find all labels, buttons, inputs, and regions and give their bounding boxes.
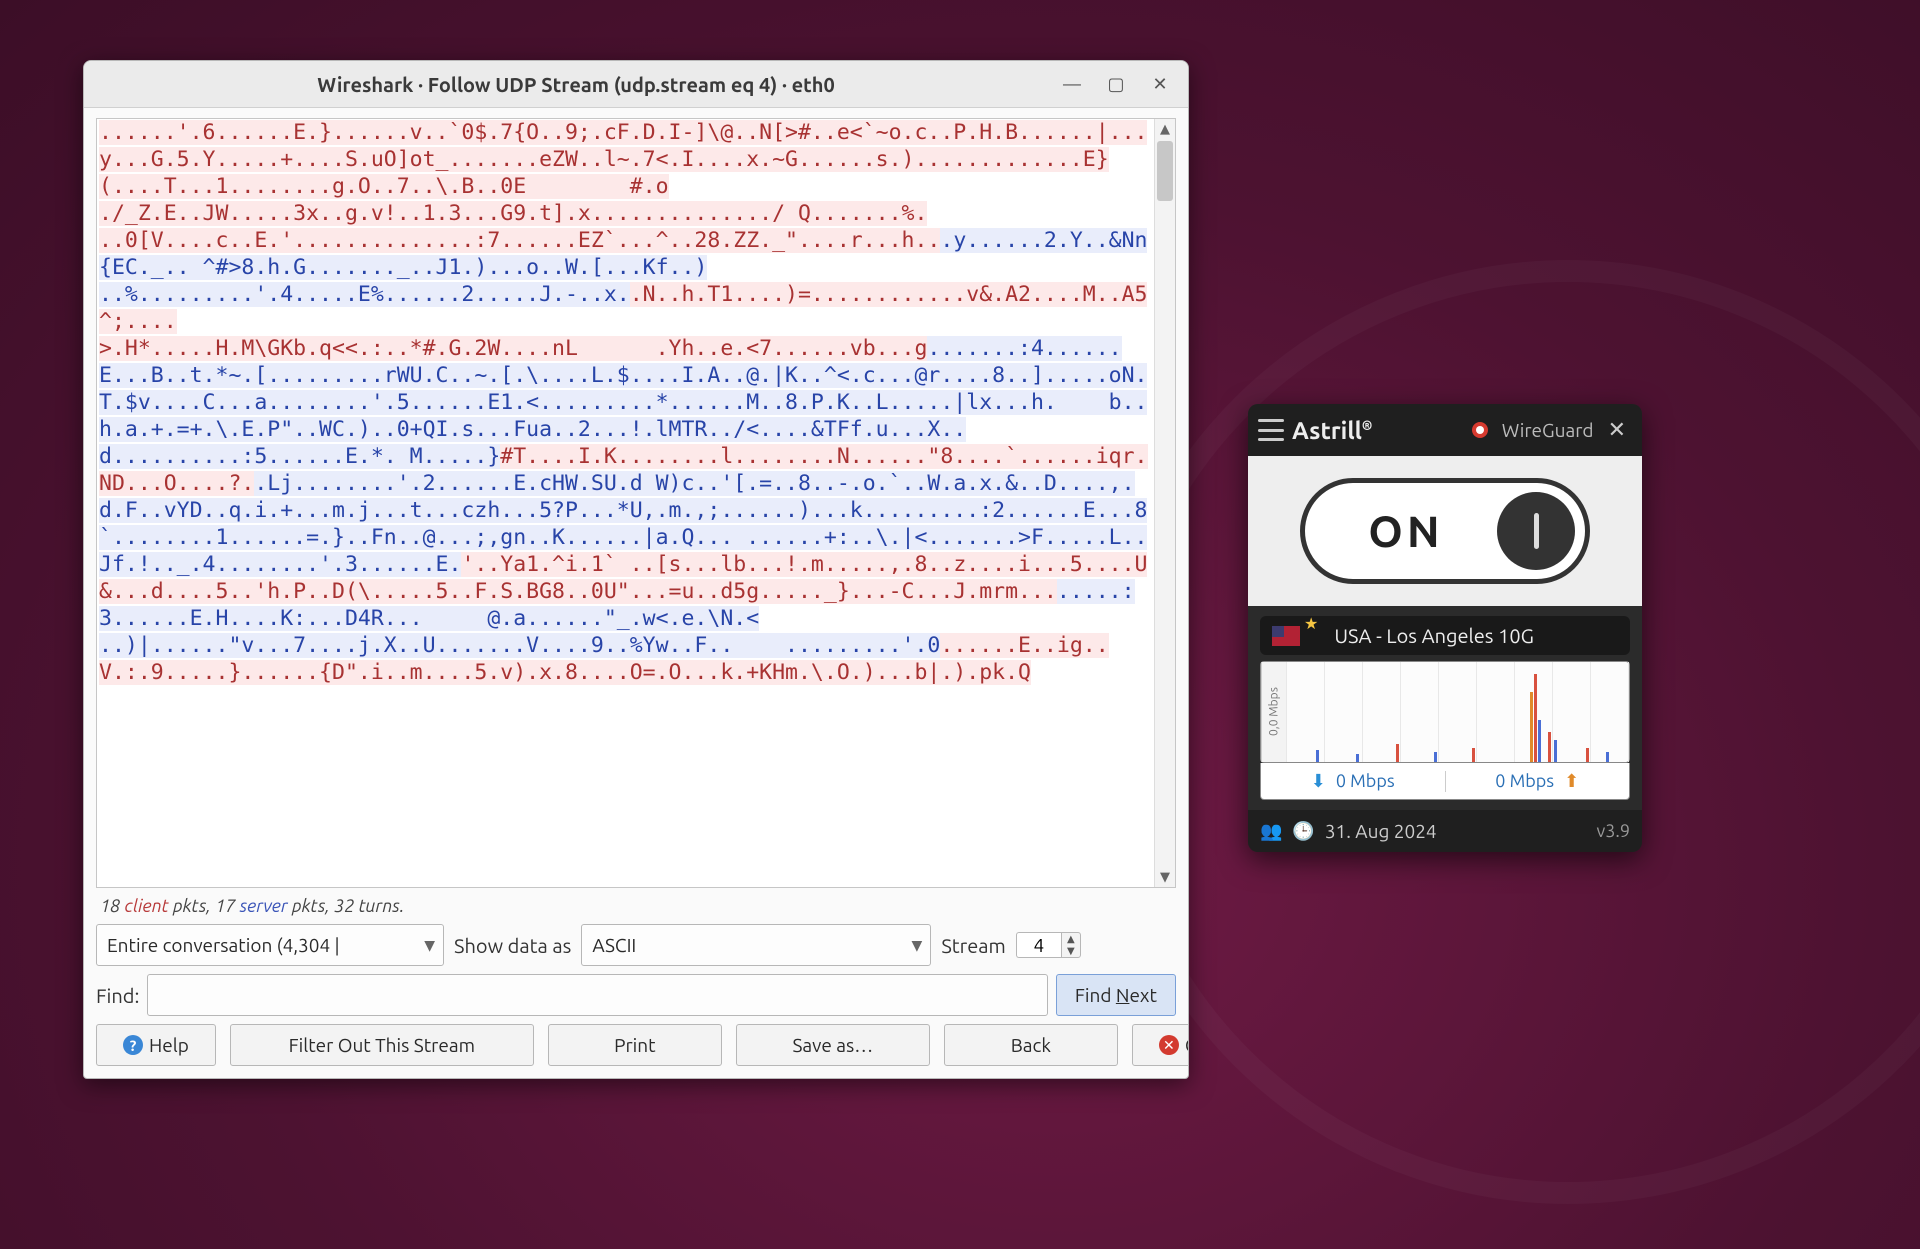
- toggle-state-label: ON: [1315, 507, 1497, 556]
- speed-readout: ⬇ 0 Mbps 0 Mbps ⬆: [1260, 763, 1630, 800]
- close-icon: ✕: [1159, 1035, 1179, 1055]
- encoding-value: ASCII: [592, 934, 636, 956]
- upload-speed: 0 Mbps ⬆: [1445, 771, 1630, 792]
- astrill-vpn-widget: Astrill® WireGuard ✕ ON ★ USA - Los Ange…: [1248, 404, 1642, 852]
- upload-arrow-icon: ⬆: [1564, 771, 1579, 792]
- maximize-button[interactable]: ▢: [1096, 68, 1136, 100]
- favorite-star-icon: ★: [1304, 614, 1318, 633]
- client-pkts-count: 18: [100, 896, 120, 916]
- back-button[interactable]: Back: [944, 1024, 1118, 1066]
- scroll-up-arrow-icon[interactable]: ▲: [1155, 119, 1175, 139]
- clock-icon: 🕒: [1292, 821, 1314, 842]
- window-close-button[interactable]: ✕: [1140, 68, 1180, 100]
- minimize-button[interactable]: —: [1052, 68, 1092, 100]
- astrill-header: Astrill® WireGuard ✕: [1248, 404, 1642, 456]
- chevron-down-icon: ▼: [424, 937, 435, 954]
- close-button[interactable]: ✕ Close: [1132, 1024, 1189, 1066]
- connection-toggle-area: ON: [1248, 456, 1642, 606]
- connection-toggle[interactable]: ON: [1300, 478, 1590, 584]
- client-word: client: [125, 896, 169, 916]
- stream-dump-text[interactable]: ......'.6......E.}......v..`0$.7{O..9;.c…: [97, 119, 1154, 887]
- server-name: USA - Los Angeles 10G: [1334, 624, 1534, 647]
- save-as-button[interactable]: Save as…: [736, 1024, 930, 1066]
- traffic-graph: 0,0 Mbps: [1260, 661, 1630, 763]
- scroll-thumb[interactable]: [1157, 141, 1173, 201]
- wireshark-follow-stream-window: Wireshark · Follow UDP Stream (udp.strea…: [83, 60, 1189, 1079]
- server-pkts-count: 17: [215, 896, 235, 916]
- spin-down-icon[interactable]: ▼: [1062, 945, 1080, 957]
- encoding-select[interactable]: ASCII ▼: [581, 924, 931, 966]
- protocol-icon: [1472, 422, 1488, 438]
- widget-close-button[interactable]: ✕: [1602, 413, 1632, 447]
- show-data-as-label: Show data as: [454, 934, 571, 957]
- flag-us-icon: [1272, 626, 1300, 646]
- version-label: v3.9: [1596, 821, 1630, 841]
- find-input[interactable]: [147, 974, 1048, 1016]
- conversation-scope-select[interactable]: Entire conversation (4,304 | ▼: [96, 924, 444, 966]
- download-arrow-icon: ⬇: [1311, 771, 1326, 792]
- graph-y-axis-label: 0,0 Mbps: [1261, 662, 1286, 762]
- filter-out-stream-button[interactable]: Filter Out This Stream: [230, 1024, 534, 1066]
- graph-plot-area: [1286, 662, 1629, 762]
- scroll-down-arrow-icon[interactable]: ▼: [1155, 867, 1175, 887]
- server-word: server: [240, 896, 288, 916]
- packet-counts-label: 18 client pkts, 17 server pkts, 32 turns…: [96, 896, 1176, 916]
- spin-up-icon[interactable]: ▲: [1062, 933, 1080, 945]
- dump-scrollbar[interactable]: ▲ ▼: [1154, 119, 1175, 887]
- help-button[interactable]: ? Help: [96, 1024, 216, 1066]
- protocol-label[interactable]: WireGuard: [1502, 419, 1594, 441]
- stream-label: Stream: [941, 934, 1005, 957]
- stream-spinbox[interactable]: ▲ ▼: [1016, 932, 1081, 958]
- download-speed: ⬇ 0 Mbps: [1261, 771, 1445, 792]
- help-icon: ?: [123, 1035, 143, 1055]
- stream-number-input[interactable]: [1016, 932, 1061, 958]
- users-icon[interactable]: 👥: [1260, 821, 1282, 842]
- astrill-brand: Astrill®: [1292, 417, 1372, 444]
- find-next-button[interactable]: Find Next: [1056, 974, 1176, 1016]
- find-label: Find:: [96, 984, 139, 1007]
- chevron-down-icon: ▼: [912, 937, 923, 954]
- conversation-scope-value: Entire conversation (4,304 |: [107, 934, 340, 956]
- window-title: Wireshark · Follow UDP Stream (udp.strea…: [100, 73, 1052, 96]
- server-selector[interactable]: ★ USA - Los Angeles 10G: [1260, 616, 1630, 655]
- print-button[interactable]: Print: [548, 1024, 722, 1066]
- astrill-statusbar: 👥 🕒 31. Aug 2024 v3.9: [1248, 810, 1642, 852]
- menu-icon[interactable]: [1258, 419, 1284, 441]
- stream-dump-panel: ......'.6......E.}......v..`0$.7{O..9;.c…: [96, 118, 1176, 888]
- toggle-knob-icon: [1497, 492, 1575, 570]
- titlebar: Wireshark · Follow UDP Stream (udp.strea…: [84, 61, 1188, 108]
- status-date: 31. Aug 2024: [1325, 820, 1437, 842]
